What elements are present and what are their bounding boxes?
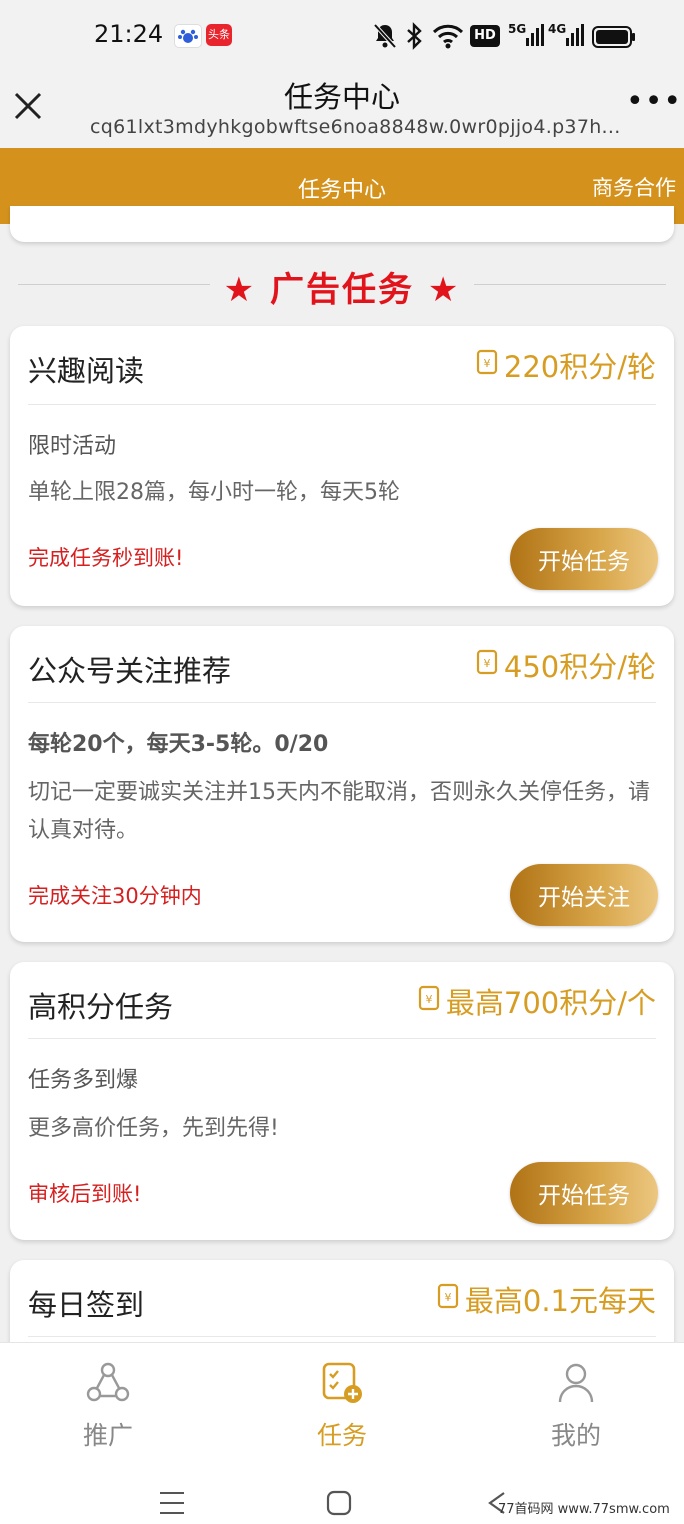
- task-note: 审核后到账!: [28, 1182, 142, 1206]
- task-description: 单轮上限28篇，每小时一轮，每天5轮: [28, 480, 400, 505]
- wifi-icon: [432, 22, 464, 54]
- card-divider: [28, 702, 656, 703]
- card-divider: [28, 1038, 656, 1039]
- coin-icon: ¥: [437, 1282, 459, 1316]
- task-card-high-points: 高积分任务 ¥ 最高700积分/个 任务多到爆 更多高价任务，先到先得! 审核后…: [10, 962, 674, 1240]
- task-reward-text: 最高700积分/个: [445, 986, 656, 1020]
- task-title: 公众号关注推荐: [28, 654, 232, 688]
- card-divider: [28, 404, 656, 405]
- task-reward: ¥ 220积分/轮: [476, 344, 656, 386]
- profile-icon: [553, 1360, 599, 1406]
- svg-text:¥: ¥: [483, 657, 490, 670]
- coin-icon: ¥: [418, 984, 440, 1018]
- svg-text:¥: ¥: [444, 1291, 451, 1304]
- watermark: 77首码网 www.77smw.com: [498, 1502, 670, 1517]
- task-note: 完成任务秒到账!: [28, 546, 184, 570]
- previous-card: [10, 206, 674, 242]
- menu-icon[interactable]: [158, 1490, 186, 1520]
- task-note: 完成关注30分钟内: [28, 884, 202, 908]
- task-title: 每日签到: [28, 1288, 145, 1322]
- baidu-icon: [174, 24, 202, 48]
- browser-title: 任务中心: [283, 80, 400, 114]
- task-reward-text: 450积分/轮: [503, 650, 656, 684]
- page-title: 任务中心: [297, 178, 386, 203]
- task-card-reading: 兴趣阅读 ¥ 220积分/轮 限时活动 单轮上限28篇，每小时一轮，每天5轮 完…: [10, 326, 674, 606]
- task-description: 更多高价任务，先到先得!: [28, 1116, 279, 1141]
- card-divider: [28, 1336, 656, 1337]
- home-icon[interactable]: [326, 1490, 352, 1520]
- network-4g-label: 4G: [548, 22, 567, 36]
- start-task-button[interactable]: 开始任务: [510, 1162, 658, 1224]
- tab-label: 推广: [82, 1421, 133, 1450]
- task-card-follow: 公众号关注推荐 ¥ 450积分/轮 每轮20个，每天3-5轮。0/20 切记一定…: [10, 626, 674, 942]
- battery-icon: [592, 26, 636, 52]
- coin-icon: ¥: [476, 348, 498, 382]
- more-menu-icon[interactable]: •••: [626, 87, 682, 117]
- task-icon: [319, 1360, 365, 1406]
- task-subtitle: 任务多到爆: [28, 1068, 139, 1093]
- task-title: 兴趣阅读: [28, 354, 145, 388]
- task-reward: ¥ 最高700积分/个: [418, 980, 656, 1022]
- section-title: ★ 广告任务 ★: [223, 270, 461, 310]
- coin-icon: ¥: [476, 648, 498, 682]
- promote-icon: [85, 1360, 131, 1406]
- task-description: 切记一定要诚实关注并15天内不能取消，否则永久关停任务，请认真对待。: [28, 780, 650, 843]
- tab-label: 我的: [550, 1421, 601, 1450]
- network-5g-label: 5G: [508, 22, 527, 36]
- mute-bell-icon: [372, 22, 398, 54]
- hd-badge: HD: [470, 25, 500, 47]
- svg-text:¥: ¥: [483, 357, 490, 370]
- task-reward-text: 最高0.1元每天: [464, 1284, 656, 1318]
- task-reward-text: 220积分/轮: [503, 350, 656, 384]
- tab-label: 任务: [316, 1421, 367, 1450]
- svg-text:¥: ¥: [425, 993, 432, 1006]
- task-subtitle: 每轮20个，每天3-5轮。0/20: [28, 732, 329, 757]
- bluetooth-icon: [404, 22, 424, 54]
- tab-profile[interactable]: 我的: [516, 1360, 636, 1452]
- task-reward: ¥ 最高0.1元每天: [437, 1278, 656, 1320]
- tab-promote[interactable]: 推广: [48, 1360, 168, 1452]
- task-subtitle: 限时活动: [28, 434, 117, 459]
- task-reward: ¥ 450积分/轮: [476, 644, 656, 686]
- task-title: 高积分任务: [28, 990, 174, 1024]
- tab-task[interactable]: 任务: [282, 1360, 402, 1452]
- browser-url[interactable]: cq61lxt3mdyhkgobwftse6noa8848w.0wr0pjjo4…: [90, 116, 621, 138]
- start-follow-button[interactable]: 开始关注: [510, 864, 658, 926]
- status-time: 21:24: [94, 20, 164, 48]
- business-cooperation-link[interactable]: 商务合作: [592, 172, 676, 202]
- toutiao-icon: 头条: [206, 24, 232, 46]
- start-task-button[interactable]: 开始任务: [510, 528, 658, 590]
